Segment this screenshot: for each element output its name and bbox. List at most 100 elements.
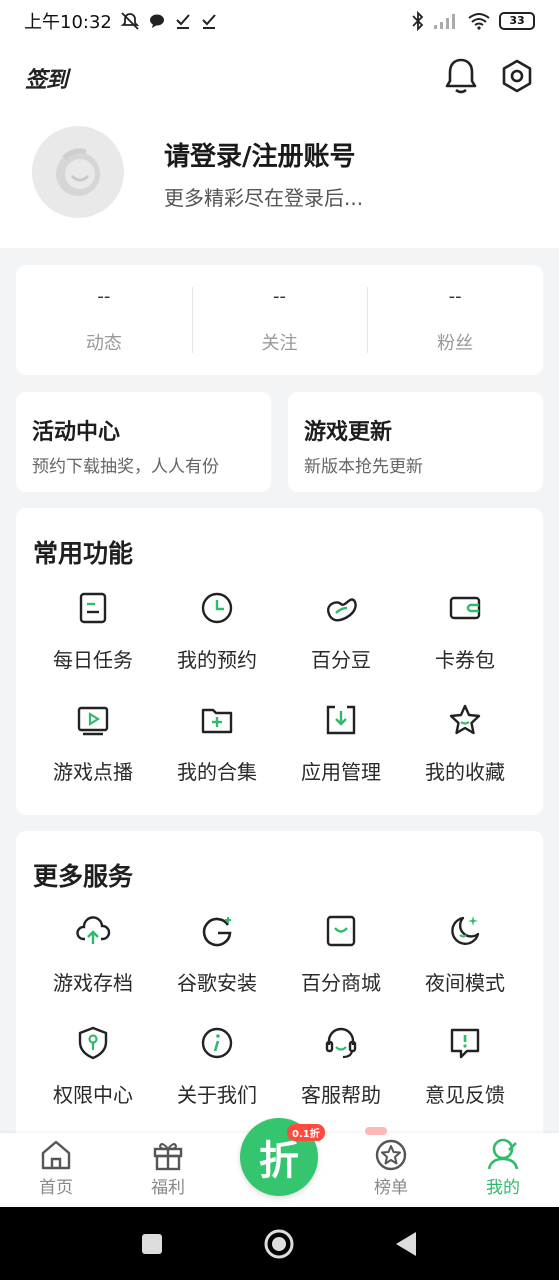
stat-value: --: [273, 285, 286, 307]
gear-icon: [502, 59, 532, 93]
shop-bag-icon: [326, 915, 356, 947]
grid-item-label: 游戏存档: [53, 971, 133, 995]
grid-item-label: 每日任务: [53, 648, 133, 672]
grid-item-coupon[interactable]: 卡券包: [403, 590, 527, 673]
grid-item-game-save[interactable]: 游戏存档: [31, 913, 155, 996]
grid-item-label: 百分商城: [301, 971, 381, 995]
common-functions-card: 常用功能 每日任务 我的预约 百分豆 卡券包 游戏点播 我的合集 应用管理 我的…: [16, 508, 543, 815]
check-icon: [202, 14, 216, 29]
more-services-card: 更多服务 游戏存档 谷歌安装 百分商城 夜间模式 权限中心 关于我们 客服帮助 …: [16, 831, 543, 1141]
back-icon[interactable]: [394, 1230, 418, 1258]
grid-item-bean[interactable]: 百分豆: [279, 590, 403, 673]
stat-fans[interactable]: -- 粉丝: [367, 265, 543, 375]
grid-item-label: 我的收藏: [425, 760, 505, 784]
bluetooth-icon: [412, 11, 424, 31]
status-time: 上午10:32: [24, 12, 112, 33]
section-title: 常用功能: [33, 539, 134, 568]
promo-title: 活动中心: [32, 420, 121, 445]
grid-item-label: 夜间模式: [425, 971, 505, 995]
grid-item-label: 卡券包: [435, 648, 495, 672]
login-subtitle: 更多精彩尽在登录后...: [164, 186, 364, 210]
google-icon: [202, 917, 232, 947]
signal-icon: [434, 14, 455, 29]
download-box-icon: [326, 705, 356, 735]
signin-button[interactable]: 签到: [25, 62, 68, 94]
section-title: 更多服务: [33, 862, 134, 891]
nav-rank[interactable]: 榜单: [351, 1139, 431, 1198]
task-icon: [79, 592, 107, 624]
nav-label: 榜单: [374, 1178, 408, 1198]
grid-item-permission[interactable]: 权限中心: [31, 1025, 155, 1108]
grid-item-label: 关于我们: [177, 1083, 257, 1107]
promo-subtitle: 预约下载抽奖，人人有份: [32, 457, 219, 477]
user-icon: [487, 1138, 519, 1170]
stat-label: 关注: [261, 332, 298, 354]
moon-icon: [451, 916, 480, 945]
login-title[interactable]: 请登录/注册账号: [164, 136, 356, 173]
mute-icon: [120, 12, 140, 30]
star-icon: [449, 704, 481, 735]
star-badge-icon: [375, 1139, 407, 1171]
stat-value: --: [448, 285, 462, 307]
notification-button[interactable]: [441, 56, 481, 96]
nav-welfare[interactable]: 福利: [128, 1139, 208, 1198]
nav-home[interactable]: 首页: [16, 1139, 96, 1198]
grid-item-favorites[interactable]: 我的收藏: [403, 702, 527, 785]
activity-center-card[interactable]: 活动中心 预约下载抽奖，人人有份: [16, 392, 271, 492]
cloud-upload-icon: [76, 916, 111, 944]
grid-item-app-manage[interactable]: 应用管理: [279, 702, 403, 785]
stat-label: 粉丝: [437, 332, 474, 354]
status-bar: 上午10:32 33: [0, 0, 559, 42]
grid-item-my-reservation[interactable]: 我的预约: [155, 590, 279, 673]
wifi-icon: [468, 13, 490, 30]
clock-icon: [201, 592, 233, 624]
bell-icon: [445, 58, 477, 94]
grid-item-label: 谷歌安装: [177, 971, 257, 995]
stats-card: -- 动态 -- 关注 -- 粉丝: [16, 265, 543, 375]
home-circle-icon[interactable]: [263, 1228, 295, 1260]
system-nav-bar: [0, 1207, 559, 1280]
stat-following[interactable]: -- 关注: [191, 265, 368, 375]
recent-apps-icon[interactable]: [140, 1232, 164, 1256]
grid-item-label: 应用管理: [301, 760, 381, 784]
promo-title: 游戏更新: [304, 420, 393, 445]
grid-item-my-collection[interactable]: 我的合集: [155, 702, 279, 785]
profile-header: 签到 请登录/注册账号 更多精彩尽在登录后...: [0, 42, 559, 248]
grid-item-game-vod[interactable]: 游戏点播: [31, 702, 155, 785]
stat-dynamics[interactable]: -- 动态: [16, 265, 192, 375]
promo-subtitle: 新版本抢先更新: [304, 457, 423, 477]
stat-value: --: [97, 285, 111, 307]
folder-add-icon: [201, 708, 233, 734]
bean-icon: [327, 598, 357, 622]
avatar[interactable]: [32, 126, 124, 218]
grid-item-feedback[interactable]: 意见反馈: [403, 1025, 527, 1108]
nav-label: 首页: [39, 1178, 73, 1198]
check-icon: [176, 14, 190, 29]
grid-item-label: 我的合集: [177, 760, 257, 784]
game-update-card[interactable]: 游戏更新 新版本抢先更新: [288, 392, 543, 492]
grid-item-label: 客服帮助: [301, 1083, 381, 1107]
nav-label: 我的: [486, 1178, 520, 1198]
grid-item-about[interactable]: 关于我们: [155, 1025, 279, 1108]
shield-key-icon: [78, 1026, 108, 1060]
wallet-icon: [449, 596, 481, 620]
grid-item-night-mode[interactable]: 夜间模式: [403, 913, 527, 996]
nav-label: 福利: [151, 1178, 185, 1198]
grid-item-daily-task[interactable]: 每日任务: [31, 590, 155, 673]
grid-item-google-install[interactable]: 谷歌安装: [155, 913, 279, 996]
grid-item-customer-service[interactable]: 客服帮助: [279, 1025, 403, 1108]
grid-item-label: 权限中心: [53, 1083, 133, 1107]
grid-item-label: 意见反馈: [425, 1083, 505, 1107]
grid-item-label: 百分豆: [311, 648, 371, 672]
headset-icon: [325, 1027, 357, 1059]
nav-mine[interactable]: 我的: [463, 1137, 543, 1198]
home-icon: [41, 1140, 71, 1170]
stat-label: 动态: [85, 332, 122, 354]
feedback-icon: [450, 1028, 480, 1059]
grid-item-shop[interactable]: 百分商城: [279, 913, 403, 996]
rank-badge: [365, 1127, 387, 1135]
gift-icon: [153, 1143, 183, 1171]
chat-bubble-icon: [149, 14, 164, 28]
play-icon: [77, 706, 109, 736]
settings-button[interactable]: [497, 56, 537, 96]
